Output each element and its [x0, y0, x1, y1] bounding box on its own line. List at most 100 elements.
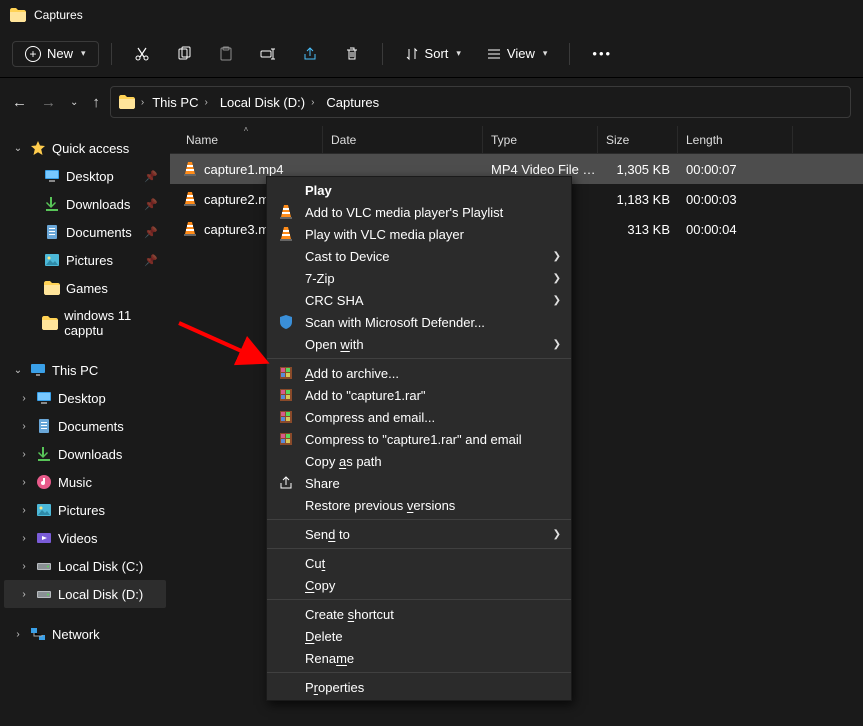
sidebar-qa-item[interactable]: Pictures📌 [4, 246, 166, 274]
menu-item[interactable]: Cast to Device❯ [267, 245, 571, 267]
back-button[interactable]: ← [12, 94, 27, 111]
sidebar-qa-item[interactable]: Downloads📌 [4, 190, 166, 218]
delete-button[interactable] [334, 40, 370, 68]
column-type[interactable]: Type [483, 126, 598, 153]
breadcrumb-drive[interactable]: Local Disk (D:)› [218, 93, 319, 112]
menu-item[interactable]: Compress to "capture1.rar" and email [267, 428, 571, 450]
view-icon [487, 47, 501, 61]
menu-item[interactable]: Play [267, 179, 571, 201]
vlc-icon [182, 221, 198, 237]
sidebar-qa-item[interactable]: Documents📌 [4, 218, 166, 246]
menu-item[interactable]: Add to "capture1.rar" [267, 384, 571, 406]
blank-icon [277, 181, 295, 199]
menu-item[interactable]: Send to❯ [267, 523, 571, 545]
sidebar-this-pc[interactable]: ⌄This PC [4, 356, 166, 384]
crumb-label: Captures [326, 95, 379, 110]
menu-separator [267, 519, 571, 520]
menu-item[interactable]: Properties [267, 676, 571, 698]
sidebar-pc-item[interactable]: ›Desktop [4, 384, 166, 412]
sidebar-pc-item[interactable]: ›Pictures [4, 496, 166, 524]
column-headers: ˄Name Date Type Size Length [170, 126, 863, 154]
sidebar-qa-item[interactable]: Desktop📌 [4, 162, 166, 190]
menu-item[interactable]: Copy [267, 574, 571, 596]
vlc-icon [182, 191, 198, 207]
menu-label: Copy as path [305, 454, 382, 469]
star-icon [30, 140, 46, 156]
view-button[interactable]: View ▾ [477, 40, 557, 67]
sidebar-pc-item[interactable]: ›Music [4, 468, 166, 496]
sidebar-quick-access[interactable]: ⌄Quick access [4, 134, 166, 162]
new-button[interactable]: + New ▾ [12, 41, 99, 67]
menu-item[interactable]: Rename [267, 647, 571, 669]
copy-button[interactable] [166, 40, 202, 68]
expand-icon: › [18, 561, 30, 572]
sidebar: ⌄Quick accessDesktop📌Downloads📌Documents… [0, 126, 170, 726]
pin-icon: 📌 [144, 254, 158, 267]
share-button[interactable] [292, 40, 328, 68]
up-button[interactable]: ↑ [92, 94, 100, 111]
recent-button[interactable]: ⌄ [70, 97, 78, 108]
sort-indicator-icon: ˄ [244, 125, 249, 134]
downloads-icon [36, 446, 52, 462]
column-size[interactable]: Size [598, 126, 678, 153]
menu-item[interactable]: Create shortcut [267, 603, 571, 625]
pc-icon [30, 362, 46, 378]
more-button[interactable]: ••• [582, 40, 622, 67]
paste-button[interactable] [208, 40, 244, 68]
expand-icon: › [18, 477, 30, 488]
menu-item[interactable]: Cut [267, 552, 571, 574]
sidebar-pc-item[interactable]: ›Documents [4, 412, 166, 440]
nav-row: ← → ⌄ ↑ › This PC› Local Disk (D:)› Capt… [0, 78, 863, 126]
sidebar-pc-item[interactable]: ›Local Disk (C:) [4, 552, 166, 580]
rename-button[interactable] [250, 40, 286, 68]
menu-item[interactable]: Add to VLC media player's Playlist [267, 201, 571, 223]
new-label: New [47, 46, 73, 61]
sidebar-item-label: Downloads [58, 447, 122, 462]
scissors-icon [134, 46, 150, 62]
menu-label: CRC SHA [305, 293, 364, 308]
separator [382, 43, 383, 65]
menu-item[interactable]: Add to archive... [267, 362, 571, 384]
folder-icon [42, 315, 58, 331]
menu-label: Open with [305, 337, 364, 352]
sidebar-pc-item[interactable]: ›Local Disk (D:) [4, 580, 166, 608]
menu-item[interactable]: Share [267, 472, 571, 494]
menu-item[interactable]: Open with❯ [267, 333, 571, 355]
menu-label: Compress to "capture1.rar" and email [305, 432, 522, 447]
sidebar-item-label: Desktop [58, 391, 106, 406]
sidebar-qa-item[interactable]: windows 11 capptu [4, 302, 166, 344]
sidebar-pc-item[interactable]: ›Downloads [4, 440, 166, 468]
address-bar[interactable]: › This PC› Local Disk (D:)› Captures [110, 86, 851, 118]
sidebar-qa-item[interactable]: Games [4, 274, 166, 302]
sidebar-pc-item[interactable]: ›Videos [4, 524, 166, 552]
breadcrumb-folder[interactable]: Captures [324, 93, 381, 112]
menu-label: Restore previous versions [305, 498, 455, 513]
cut-button[interactable] [124, 40, 160, 68]
sidebar-network[interactable]: ›Network [4, 620, 166, 648]
menu-item[interactable]: Restore previous versions [267, 494, 571, 516]
menu-item[interactable]: Copy as path [267, 450, 571, 472]
sidebar-item-label: Local Disk (D:) [58, 587, 143, 602]
share-icon [302, 46, 318, 62]
menu-separator [267, 672, 571, 673]
column-length[interactable]: Length [678, 126, 793, 153]
pictures-icon [44, 252, 60, 268]
column-date[interactable]: Date [323, 126, 483, 153]
vlc-icon [277, 203, 295, 221]
breadcrumb-this-pc[interactable]: This PC› [150, 93, 212, 112]
column-name[interactable]: ˄Name [170, 126, 323, 153]
menu-item[interactable]: 7-Zip❯ [267, 267, 571, 289]
chevron-right-icon: › [141, 97, 144, 108]
menu-label: Compress and email... [305, 410, 435, 425]
forward-button[interactable]: → [41, 94, 56, 111]
menu-item[interactable]: Delete [267, 625, 571, 647]
blank-icon [277, 554, 295, 572]
menu-item[interactable]: Play with VLC media player [267, 223, 571, 245]
file-type: MP4 Video File (V... [483, 162, 598, 177]
sidebar-item-label: Videos [58, 531, 98, 546]
sort-button[interactable]: Sort ▾ [395, 40, 471, 67]
sidebar-item-label: Documents [58, 419, 124, 434]
menu-item[interactable]: Scan with Microsoft Defender... [267, 311, 571, 333]
menu-item[interactable]: CRC SHA❯ [267, 289, 571, 311]
menu-item[interactable]: Compress and email... [267, 406, 571, 428]
